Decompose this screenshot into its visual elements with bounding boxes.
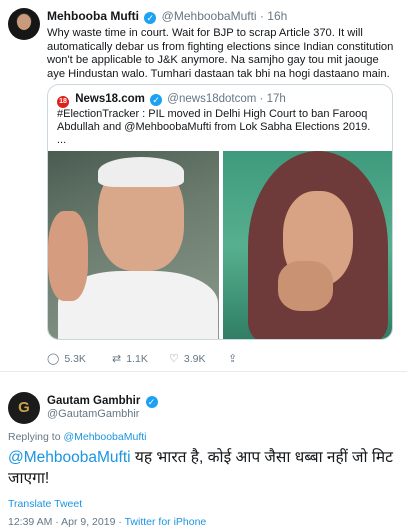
replying-to: Replying to @MehboobaMufti	[8, 431, 147, 443]
separator-dot: ·	[259, 9, 264, 23]
share-button[interactable]: ⇪	[228, 352, 242, 365]
author-handle[interactable]: @MehboobaMufti	[162, 9, 257, 23]
news18-logo-icon: 18	[57, 96, 69, 108]
photo-detail	[48, 211, 88, 301]
quoted-author-handle: @news18dotcom	[167, 93, 257, 105]
tweet-header: Mehbooba Mufti ✓ @MehboobaMufti · 16h	[47, 9, 287, 24]
quoted-author-name: News18.com	[75, 93, 145, 105]
author-name[interactable]: Mehbooba Mufti	[47, 9, 139, 23]
mention-link[interactable]: @MehboobaMufti	[8, 449, 131, 466]
quoted-tweet-ellipsis: ...	[57, 134, 67, 146]
photo-detail	[278, 261, 333, 311]
tweet-metadata: 12:39 AM · Apr 9, 2019 · Twitter for iPh…	[8, 516, 206, 528]
share-icon: ⇪	[228, 353, 238, 365]
tweet-client-link[interactable]: Twitter for iPhone	[125, 516, 207, 528]
reply-button[interactable]: ◯ 5.3K	[47, 352, 86, 365]
photo-farooq-abdullah[interactable]	[48, 151, 219, 339]
replying-prefix: Replying to	[8, 431, 61, 443]
author-name[interactable]: Gautam Gambhir ✓	[47, 395, 160, 408]
quoted-tweet-time: 17h	[266, 93, 286, 105]
verified-badge-icon: ✓	[145, 396, 158, 408]
replying-to-link[interactable]: @MehboobaMufti	[63, 431, 146, 443]
verified-badge-icon: ✓	[144, 12, 157, 24]
tweet-text: @MehboobaMufti यह भारत है, कोई आप जैसा ध…	[8, 447, 400, 489]
avatar[interactable]: G	[8, 392, 40, 424]
reply-icon: ◯	[47, 353, 60, 365]
tweet-time[interactable]: 16h	[267, 9, 287, 23]
quoted-tweet-body: #ElectionTracker : PIL moved in Delhi Hi…	[57, 108, 371, 133]
like-count: 3.9K	[183, 353, 206, 365]
quoted-tweet-header: 18 News18.com ✓ @news18dotcom · 17h	[57, 93, 286, 108]
photo-mehbooba-mufti[interactable]	[223, 151, 392, 339]
photo-detail	[98, 157, 184, 187]
heart-icon: ♡	[169, 353, 179, 365]
separator-dot: ·	[259, 93, 264, 105]
reply-count: 5.3K	[64, 353, 86, 365]
author-name-text[interactable]: Gautam Gambhir	[47, 395, 140, 407]
quoted-parent-tweet[interactable]: Mehbooba Mufti ✓ @MehboobaMufti · 16h Wh…	[0, 0, 407, 372]
retweet-button[interactable]: ⇄ 1.1K	[112, 352, 148, 365]
avatar[interactable]	[8, 8, 40, 40]
tweet-text: Why waste time in court. Wait for BJP to…	[47, 27, 394, 80]
verified-badge-icon: ✓	[150, 94, 163, 106]
tweet-timestamp[interactable]: 12:39 AM · Apr 9, 2019 ·	[8, 516, 122, 528]
like-button[interactable]: ♡ 3.9K	[169, 352, 205, 365]
quoted-tweet-text: #ElectionTracker : PIL moved in Delhi Hi…	[57, 108, 387, 147]
retweet-icon: ⇄	[112, 353, 122, 365]
retweet-count: 1.1K	[126, 353, 148, 365]
quoted-tweet-card[interactable]: 18 News18.com ✓ @news18dotcom · 17h #Ele…	[47, 84, 393, 340]
author-handle[interactable]: @GautamGambhir	[47, 408, 139, 420]
translate-tweet-link[interactable]: Translate Tweet	[8, 498, 82, 510]
